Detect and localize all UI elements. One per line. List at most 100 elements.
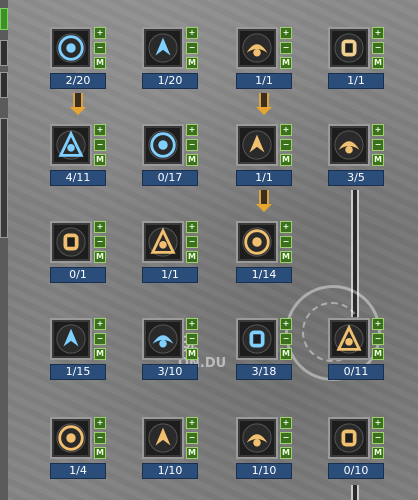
add-point-button[interactable]: + <box>94 124 106 136</box>
crescent-icon[interactable] <box>236 221 278 263</box>
add-point-button[interactable]: + <box>186 221 198 233</box>
skill-node[interactable]: + − M 1/1 <box>142 221 200 287</box>
master-skill-button[interactable]: M <box>94 447 106 459</box>
master-skill-button[interactable]: M <box>280 447 292 459</box>
master-skill-button[interactable]: M <box>186 154 198 166</box>
add-point-button[interactable]: + <box>372 417 384 429</box>
master-skill-button[interactable]: M <box>372 154 384 166</box>
remove-point-button[interactable]: − <box>372 432 384 444</box>
skill-node[interactable]: + − M 3/5 <box>328 124 386 190</box>
flame-spin-icon[interactable] <box>50 417 92 459</box>
remove-point-button[interactable]: − <box>94 432 106 444</box>
master-skill-button[interactable]: M <box>186 348 198 360</box>
shield-rune-icon[interactable] <box>50 27 92 69</box>
skill-node[interactable]: + − M 1/1 <box>236 124 294 190</box>
add-point-button[interactable]: + <box>372 27 384 39</box>
skill-node[interactable]: + − M 1/4 <box>50 417 108 483</box>
skill-node[interactable]: + − M 1/1 <box>236 27 294 93</box>
skill-node[interactable]: + − M 1/14 <box>236 221 294 287</box>
master-skill-button[interactable]: M <box>372 57 384 69</box>
remove-point-button[interactable]: − <box>280 432 292 444</box>
star-burst-icon[interactable] <box>142 124 184 166</box>
master-skill-button[interactable]: M <box>186 57 198 69</box>
sidebar-tab[interactable] <box>0 72 8 98</box>
add-point-button[interactable]: + <box>280 318 292 330</box>
cross-strike-icon[interactable] <box>328 124 370 166</box>
skill-node[interactable]: + − M 1/1 <box>328 27 386 93</box>
remove-point-button[interactable]: − <box>186 236 198 248</box>
remove-point-button[interactable]: − <box>280 139 292 151</box>
wing-strike-icon[interactable] <box>236 27 278 69</box>
sidebar-tab-active[interactable] <box>0 8 8 30</box>
master-skill-button[interactable]: M <box>186 447 198 459</box>
master-skill-button[interactable]: M <box>280 57 292 69</box>
add-point-button[interactable]: + <box>372 124 384 136</box>
remove-point-button[interactable]: − <box>94 42 106 54</box>
sidebar-tab[interactable] <box>0 40 8 66</box>
remove-point-button[interactable]: − <box>186 139 198 151</box>
aura-ring-icon[interactable] <box>50 318 92 360</box>
skill-node[interactable]: + − M 2/20 <box>50 27 108 93</box>
skill-node[interactable]: + − M 1/10 <box>236 417 294 483</box>
skill-node[interactable]: + − M 3/18 <box>236 318 294 384</box>
remove-point-button[interactable]: − <box>372 333 384 345</box>
lightning-rune-icon[interactable] <box>142 27 184 69</box>
shield-emblem-icon[interactable] <box>50 124 92 166</box>
master-skill-button[interactable]: M <box>372 348 384 360</box>
add-point-button[interactable]: + <box>280 417 292 429</box>
skill-point-controls: + − M <box>186 221 198 263</box>
skill-node[interactable]: + − M 3/10 <box>142 318 200 384</box>
master-skill-button[interactable]: M <box>94 57 106 69</box>
compass-star-icon[interactable] <box>236 318 278 360</box>
master-skill-button[interactable]: M <box>280 251 292 263</box>
remove-point-button[interactable]: − <box>280 236 292 248</box>
add-point-button[interactable]: + <box>186 124 198 136</box>
skill-node[interactable]: + − M 0/10 <box>328 417 386 483</box>
skill-node[interactable]: + − M 1/10 <box>142 417 200 483</box>
add-point-button[interactable]: + <box>94 318 106 330</box>
totem-icon[interactable] <box>142 221 184 263</box>
add-point-button[interactable]: + <box>94 27 106 39</box>
add-point-button[interactable]: + <box>280 27 292 39</box>
kick-icon[interactable] <box>50 221 92 263</box>
skill-node[interactable]: + − M 0/17 <box>142 124 200 190</box>
add-point-button[interactable]: + <box>94 417 106 429</box>
add-point-button[interactable]: + <box>280 124 292 136</box>
skill-node[interactable]: + − M 1/15 <box>50 318 108 384</box>
skill-node[interactable]: + − M 1/20 <box>142 27 200 93</box>
remove-point-button[interactable]: − <box>280 42 292 54</box>
add-point-button[interactable]: + <box>280 221 292 233</box>
remove-point-button[interactable]: − <box>186 333 198 345</box>
remove-point-button[interactable]: − <box>372 139 384 151</box>
add-point-button[interactable]: + <box>186 318 198 330</box>
vortex-icon[interactable] <box>142 417 184 459</box>
master-skill-button[interactable]: M <box>280 348 292 360</box>
remove-point-button[interactable]: − <box>186 42 198 54</box>
remove-point-button[interactable]: − <box>94 139 106 151</box>
skill-node[interactable]: + − M 0/1 <box>50 221 108 287</box>
remove-point-button[interactable]: − <box>94 333 106 345</box>
skill-node[interactable]: + − M 0/11 <box>328 318 386 384</box>
add-point-button[interactable]: + <box>372 318 384 330</box>
master-skill-button[interactable]: M <box>280 154 292 166</box>
skill-node[interactable]: + − M 4/11 <box>50 124 108 190</box>
remove-point-button[interactable]: − <box>280 333 292 345</box>
master-skill-button[interactable]: M <box>372 447 384 459</box>
add-point-button[interactable]: + <box>186 27 198 39</box>
blast-icon[interactable] <box>236 417 278 459</box>
dash-kick-icon[interactable] <box>328 318 370 360</box>
fist-rune-icon[interactable] <box>328 27 370 69</box>
master-skill-button[interactable]: M <box>94 251 106 263</box>
sidebar-scrollbar[interactable] <box>0 118 8 238</box>
explosion-icon[interactable] <box>328 417 370 459</box>
add-point-button[interactable]: + <box>94 221 106 233</box>
add-point-button[interactable]: + <box>186 417 198 429</box>
master-skill-button[interactable]: M <box>94 348 106 360</box>
phoenix-icon[interactable] <box>236 124 278 166</box>
master-skill-button[interactable]: M <box>186 251 198 263</box>
armor-icon[interactable] <box>142 318 184 360</box>
remove-point-button[interactable]: − <box>94 236 106 248</box>
master-skill-button[interactable]: M <box>94 154 106 166</box>
remove-point-button[interactable]: − <box>186 432 198 444</box>
remove-point-button[interactable]: − <box>372 42 384 54</box>
